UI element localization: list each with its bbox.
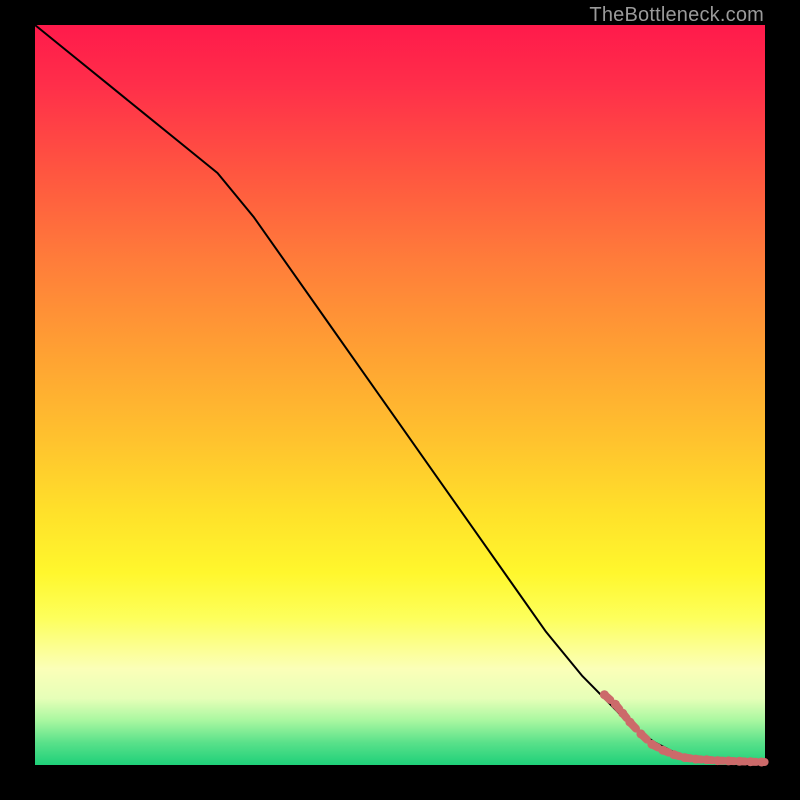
highlight-point [757,758,766,767]
attribution-label: TheBottleneck.com [589,4,764,27]
highlight-point [691,755,700,764]
highlight-point [618,709,627,718]
highlight-point [625,718,634,727]
bottleneck-curve [35,25,765,762]
chart-overlay [35,25,765,765]
highlight-point [611,700,620,709]
highlight-point [669,750,678,759]
highlight-point [600,690,609,699]
highlight-point [647,740,656,749]
highlight-point [735,757,744,766]
highlight-point [658,746,667,755]
highlight-point [702,755,711,764]
highlight-point [746,757,755,766]
highlight-point [636,729,645,738]
highlight-point [724,756,733,765]
highlight-point [713,756,722,765]
highlight-point [680,753,689,762]
highlight-scatter [600,690,766,766]
chart-frame: TheBottleneck.com [0,0,800,800]
